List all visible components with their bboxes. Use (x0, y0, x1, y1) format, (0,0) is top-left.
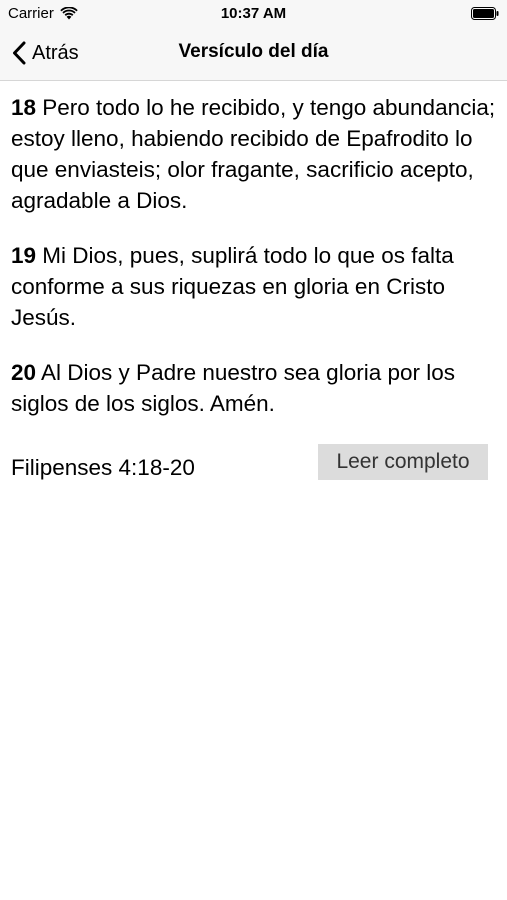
verse-text: Mi Dios, pues, suplirá todo lo que os fa… (11, 243, 454, 330)
verse-text: Al Dios y Padre nuestro sea gloria por l… (11, 360, 455, 416)
verse-paragraph: 20 Al Dios y Padre nuestro sea gloria po… (11, 357, 499, 419)
verse-text: Pero todo lo he recibido, y tengo abunda… (11, 95, 496, 213)
screen: Carrier 10:37 AM Atrás Versículo del día… (0, 0, 507, 900)
verse-number: 19 (11, 243, 37, 268)
verse-content: 18 Pero todo lo he recibido, y tengo abu… (11, 92, 499, 483)
verse-number: 18 (11, 95, 37, 120)
status-bar: Carrier 10:37 AM (0, 0, 507, 28)
verse-paragraph: 18 Pero todo lo he recibido, y tengo abu… (11, 92, 499, 216)
battery-icon (471, 7, 499, 20)
verse-reference: Filipenses 4:18-20 (11, 455, 195, 480)
navigation-bar: Atrás Versículo del día (0, 28, 507, 81)
page-title: Versículo del día (178, 41, 329, 62)
verse-number: 20 (11, 360, 37, 385)
status-time: 10:37 AM (220, 5, 287, 22)
verse-footer: Filipenses 4:18-20 Leer completo (11, 443, 499, 483)
verse-paragraph: 19 Mi Dios, pues, suplirá todo lo que os… (11, 240, 499, 333)
read-full-button[interactable]: Leer completo (318, 444, 488, 480)
